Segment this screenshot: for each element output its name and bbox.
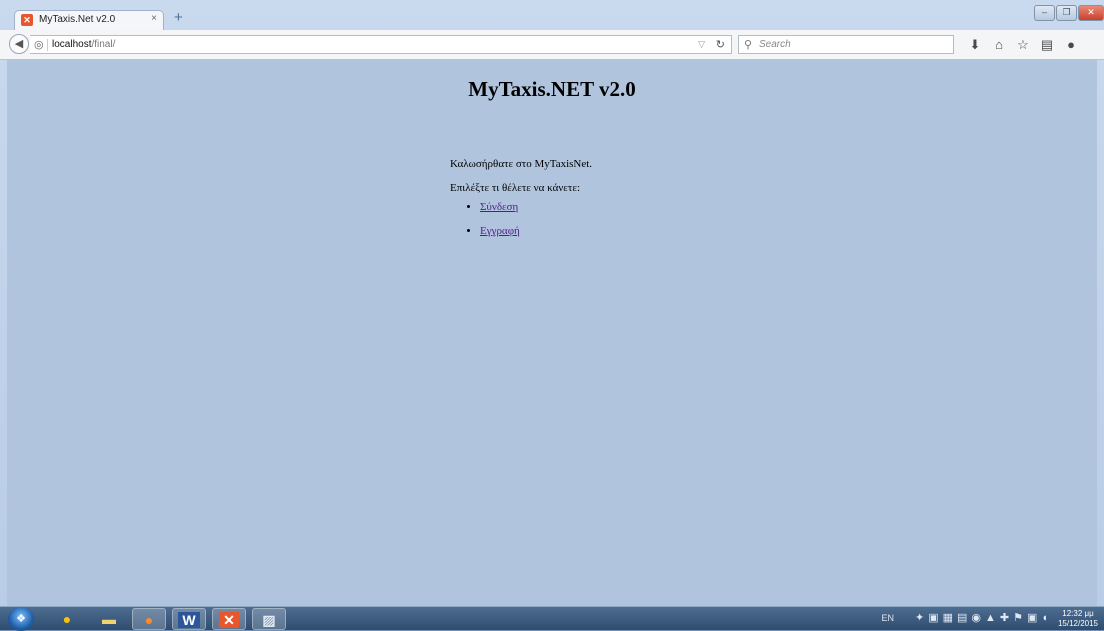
firefox-icon[interactable]: ●	[132, 608, 166, 630]
page-content: MyTaxis.NET v2.0 Καλωσήρθατε στο MyTaxis…	[7, 60, 1097, 606]
url-separator	[47, 39, 48, 51]
pocket-icon[interactable]: ●	[1060, 37, 1082, 52]
register-link[interactable]: Εγγραφή	[480, 225, 520, 237]
site-identity-icon[interactable]: ◎	[34, 38, 44, 51]
minimize-button[interactable]: –	[1034, 5, 1055, 21]
list-item: Εγγραφή	[480, 225, 520, 237]
tab-close-icon[interactable]: ×	[151, 13, 157, 24]
search-bar[interactable]: ⚲ Search	[738, 35, 954, 54]
sublime-icon[interactable]: ▨	[252, 608, 286, 630]
prompt-text: Επιλέξτε τι θέλετε να κάνετε:	[450, 182, 581, 194]
navigation-bar: ◀ ◎ localhost/final/ ▽ ↻ ⚲ Search ⬇⌂☆▤●≡	[0, 30, 1104, 70]
search-icon: ⚲	[744, 39, 753, 51]
url-path: /final/	[91, 39, 116, 50]
tab-mytaxis[interactable]: ✕ MyTaxis.Net v2.0 ×	[14, 10, 164, 30]
browser-toolbar: ⬇⌂☆▤●≡	[964, 36, 1104, 70]
clock-date: 15/12/2015	[1057, 619, 1099, 628]
system-clock[interactable]: 12:32 μμ 15/12/2015	[1054, 609, 1102, 629]
system-tray-icons[interactable]: ✦▣▦▤◉▲✚⚑▣◖	[915, 611, 1052, 624]
clock-time: 12:32 μμ	[1062, 609, 1094, 618]
back-button[interactable]: ◀	[9, 34, 29, 54]
home-icon[interactable]: ⌂	[988, 37, 1010, 52]
reload-icon[interactable]: ↻	[716, 38, 725, 51]
page-title: MyTaxis.NET v2.0	[468, 77, 636, 101]
windows-taskbar: ❖ ● ▬ ● W ✕ ▨ EN ✦▣▦▤◉▲✚⚑▣◖ 12:32 μμ 15/…	[0, 606, 1104, 631]
start-button[interactable]: ❖	[8, 607, 34, 631]
list-item: Σύνδεση	[480, 201, 520, 213]
bookmarks-list-icon[interactable]: ▤	[1036, 37, 1058, 53]
new-tab-button[interactable]: +	[174, 10, 183, 26]
bookmark-star-icon[interactable]: ☆	[1012, 37, 1034, 53]
close-window-button[interactable]: ✕	[1078, 5, 1104, 21]
browser-window: ✕ MyTaxis.Net v2.0 × + – ❐ ✕ ◀ ◎ localhost…	[0, 0, 1104, 606]
chrome-icon[interactable]: ●	[50, 608, 84, 630]
url-host: localhost	[52, 39, 92, 50]
login-link[interactable]: Σύνδεση	[480, 201, 518, 213]
download-icon[interactable]: ⬇	[964, 37, 986, 53]
word-icon[interactable]: W	[172, 608, 206, 630]
xampp-favicon-icon: ✕	[21, 14, 33, 26]
maximize-button[interactable]: ❐	[1056, 5, 1077, 21]
welcome-text: Καλωσήρθατε στο MyTaxisNet.	[450, 158, 593, 170]
xampp-icon[interactable]: ✕	[212, 608, 246, 630]
file-explorer-icon[interactable]: ▬	[92, 608, 126, 630]
back-arrow-icon: ◀	[14, 38, 24, 50]
windows-logo-icon: ❖	[16, 613, 26, 625]
language-indicator[interactable]: EN	[881, 613, 894, 623]
tab-strip: ✕ MyTaxis.Net v2.0 × + – ❐ ✕	[0, 0, 1104, 30]
url-history-dropdown-icon[interactable]: ▽	[698, 39, 705, 50]
action-list: Σύνδεση Εγγραφή	[462, 201, 520, 249]
url-text[interactable]: localhost/final/	[52, 39, 115, 50]
address-bar[interactable]: ◎ localhost/final/ ▽ ↻	[30, 35, 732, 54]
window-controls: – ❐ ✕	[1033, 2, 1104, 21]
search-input[interactable]: Search	[759, 39, 791, 50]
tab-title: MyTaxis.Net v2.0	[39, 14, 116, 25]
